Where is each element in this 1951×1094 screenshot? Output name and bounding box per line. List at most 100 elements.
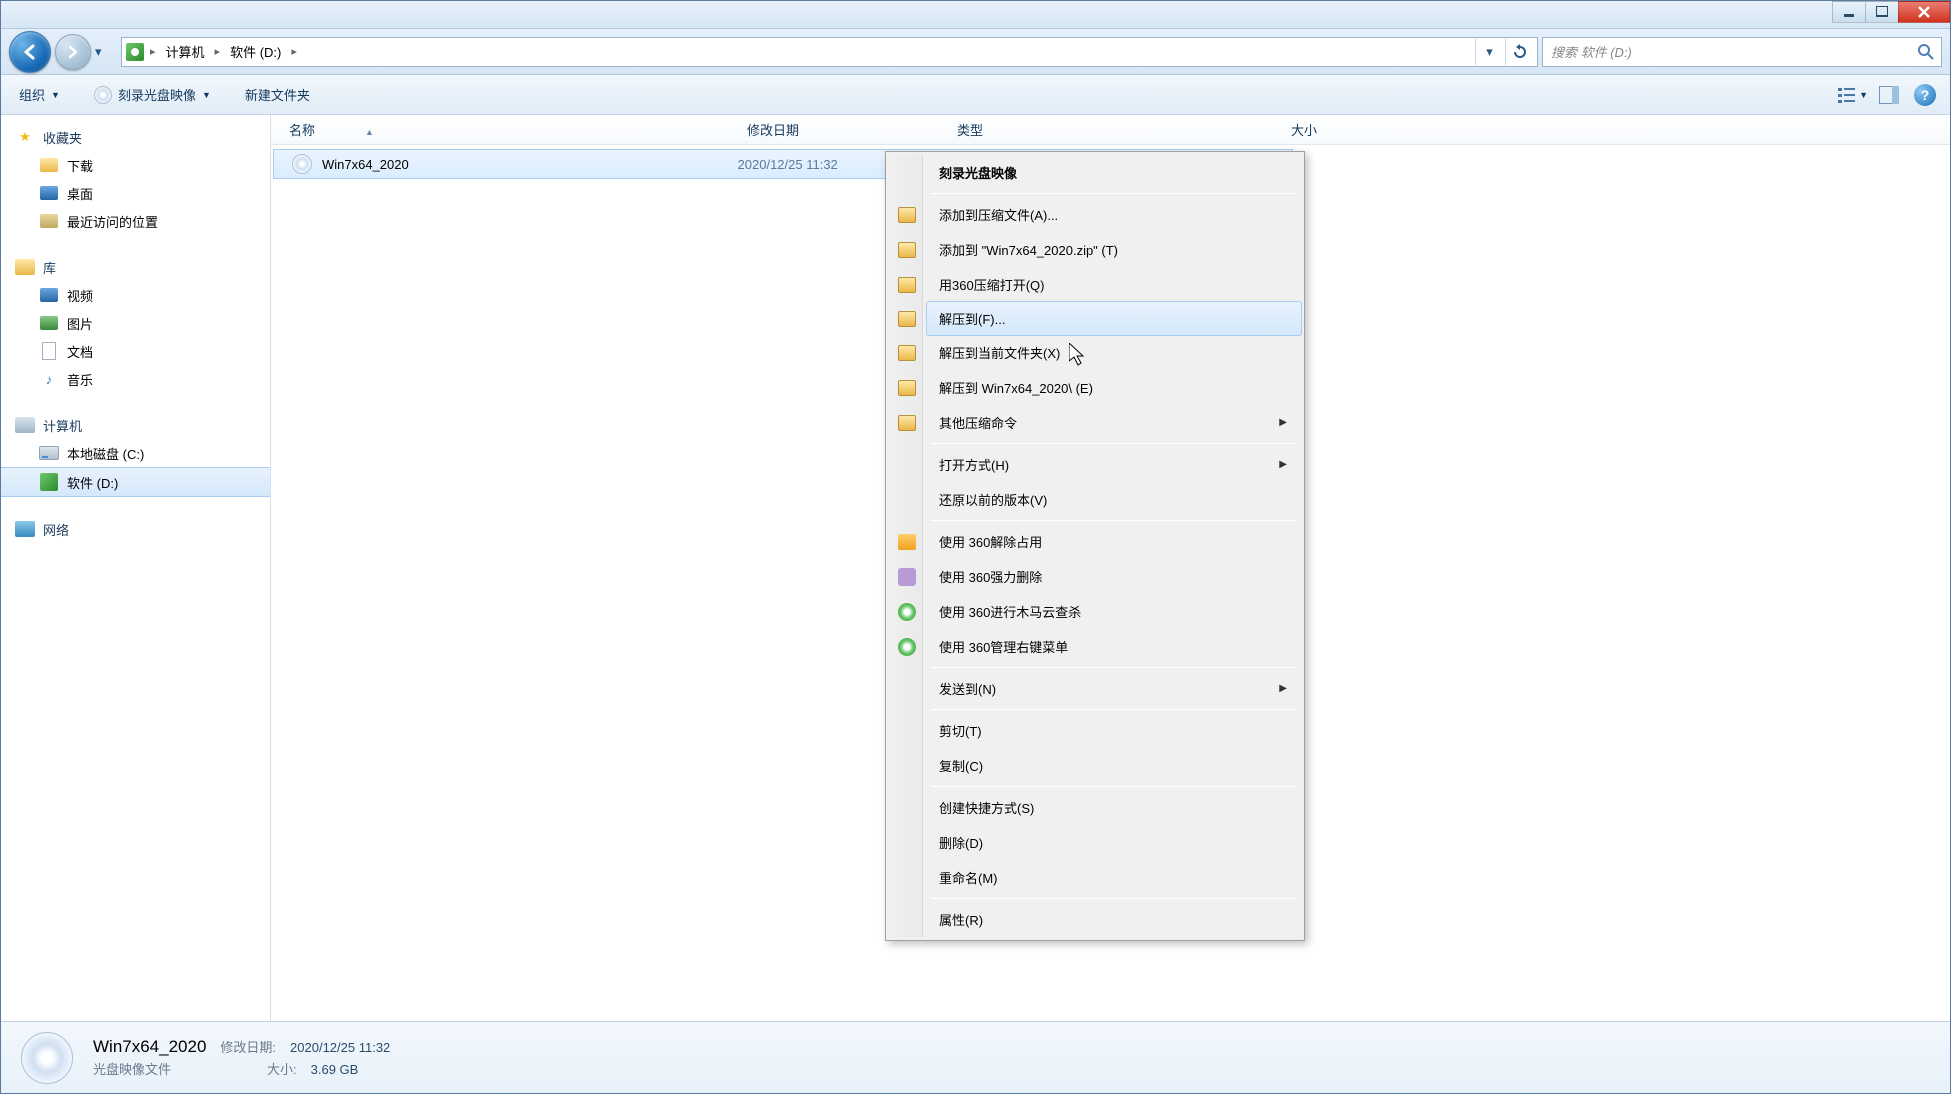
main-content: ★ 收藏夹 下载 桌面 最近访问的位置 库 视频 图片 文档 ♪音乐	[1, 115, 1950, 1021]
ctx-open-with[interactable]: 打开方式(H)▶	[927, 447, 1301, 482]
ctx-rename[interactable]: 重命名(M)	[927, 860, 1301, 895]
ctx-open-with-360zip[interactable]: 用360压缩打开(Q)	[927, 267, 1301, 302]
star-icon: ★	[15, 127, 35, 147]
sidebar-item-videos[interactable]: 视频	[1, 281, 270, 309]
column-header-date[interactable]: 修改日期	[747, 120, 957, 139]
ctx-add-to-zip[interactable]: 添加到 "Win7x64_2020.zip" (T)	[927, 232, 1301, 267]
ctx-delete[interactable]: 删除(D)	[927, 825, 1301, 860]
details-date-label: 修改日期:	[220, 1037, 276, 1056]
column-header-size[interactable]: 大小	[1167, 120, 1317, 139]
titlebar	[1, 1, 1950, 29]
breadcrumb-separator-icon: ▸	[291, 45, 297, 58]
sidebar-item-desktop[interactable]: 桌面	[1, 179, 270, 207]
pictures-icon	[40, 316, 58, 330]
sidebar-item-recent[interactable]: 最近访问的位置	[1, 207, 270, 235]
details-size-label: 大小:	[267, 1059, 297, 1078]
network-icon	[15, 521, 35, 537]
music-icon: ♪	[39, 369, 59, 389]
ctx-send-to[interactable]: 发送到(N)▶	[927, 671, 1301, 706]
ctx-360-force-delete[interactable]: 使用 360强力删除	[927, 559, 1301, 594]
sidebar-libraries-header[interactable]: 库	[1, 253, 270, 281]
search-placeholder: 搜索 软件 (D:)	[1551, 42, 1632, 61]
nav-history-dropdown[interactable]: ▾	[95, 44, 111, 60]
search-input[interactable]: 搜索 软件 (D:)	[1542, 37, 1942, 67]
sidebar-item-drive-d[interactable]: 软件 (D:)	[1, 467, 270, 497]
minimize-button[interactable]	[1832, 1, 1866, 23]
disc-icon	[94, 86, 112, 104]
ctx-other-zip-commands[interactable]: 其他压缩命令▶	[927, 405, 1301, 440]
ctx-extract-to-folder[interactable]: 解压到 Win7x64_2020\ (E)	[927, 370, 1301, 405]
view-options-button[interactable]: ▼	[1838, 81, 1868, 109]
details-file-type: 光盘映像文件	[93, 1059, 209, 1078]
ctx-add-to-archive[interactable]: 添加到压缩文件(A)...	[927, 197, 1301, 232]
sidebar-item-pictures[interactable]: 图片	[1, 309, 270, 337]
libraries-icon	[15, 259, 35, 275]
ctx-360-manage-menu[interactable]: 使用 360管理右键菜单	[927, 629, 1301, 664]
sidebar-computer-header[interactable]: 计算机	[1, 411, 270, 439]
360-icon	[898, 568, 916, 586]
column-header-type[interactable]: 类型	[957, 120, 1167, 139]
breadcrumb-computer[interactable]: 计算机	[162, 40, 209, 63]
ctx-360-unlock[interactable]: 使用 360解除占用	[927, 524, 1301, 559]
ctx-copy[interactable]: 复制(C)	[927, 748, 1301, 783]
360-icon	[898, 638, 916, 656]
sidebar-item-music[interactable]: ♪音乐	[1, 365, 270, 393]
ctx-create-shortcut[interactable]: 创建快捷方式(S)	[927, 790, 1301, 825]
file-name: Win7x64_2020	[322, 157, 409, 172]
forward-button[interactable]	[55, 34, 91, 70]
preview-pane-button[interactable]	[1874, 81, 1904, 109]
sidebar-favorites-header[interactable]: ★ 收藏夹	[1, 123, 270, 151]
chevron-down-icon: ▼	[1859, 90, 1868, 100]
refresh-button[interactable]	[1505, 39, 1533, 65]
archive-icon	[898, 277, 916, 293]
details-date-value: 2020/12/25 11:32	[290, 1040, 390, 1055]
chevron-down-icon: ▼	[51, 90, 60, 100]
disc-image-icon-large	[21, 1032, 73, 1084]
chevron-down-icon: ▼	[202, 90, 211, 100]
breadcrumb-separator-icon: ▸	[150, 45, 156, 58]
burn-disc-image-button[interactable]: 刻录光盘映像 ▼	[86, 81, 219, 108]
sidebar-item-downloads[interactable]: 下载	[1, 151, 270, 179]
back-button[interactable]	[9, 31, 51, 73]
help-button[interactable]: ?	[1910, 81, 1940, 109]
360-icon	[898, 603, 916, 621]
address-bar[interactable]: ▸ 计算机 ▸ 软件 (D:) ▸ ▾	[121, 37, 1538, 67]
sort-ascending-icon: ▲	[365, 127, 374, 137]
ctx-cut[interactable]: 剪切(T)	[927, 713, 1301, 748]
column-headers: 名称▲ 修改日期 类型 大小	[271, 115, 1950, 145]
archive-icon	[898, 380, 916, 396]
details-size-value: 3.69 GB	[311, 1062, 359, 1077]
ctx-extract-to[interactable]: 解压到(F)...	[926, 301, 1302, 336]
column-header-name[interactable]: 名称▲	[289, 120, 747, 139]
computer-icon	[15, 417, 35, 433]
disc-image-icon	[292, 154, 312, 174]
ctx-360-cloud-scan[interactable]: 使用 360进行木马云查杀	[927, 594, 1301, 629]
360-icon	[898, 534, 916, 550]
ctx-extract-here[interactable]: 解压到当前文件夹(X)	[927, 335, 1301, 370]
breadcrumb-drive[interactable]: 软件 (D:)	[226, 40, 285, 63]
window-controls	[1833, 1, 1950, 23]
ctx-restore-previous[interactable]: 还原以前的版本(V)	[927, 482, 1301, 517]
breadcrumb-separator-icon: ▸	[215, 45, 221, 58]
ctx-burn-disc-image[interactable]: 刻录光盘映像	[927, 155, 1301, 190]
navigation-bar: ▾ ▸ 计算机 ▸ 软件 (D:) ▸ ▾ 搜索 软件 (D:)	[1, 29, 1950, 75]
new-folder-button[interactable]: 新建文件夹	[237, 81, 318, 108]
sidebar-network-header[interactable]: 网络	[1, 515, 270, 543]
sidebar-item-documents[interactable]: 文档	[1, 337, 270, 365]
details-file-name: Win7x64_2020	[93, 1037, 206, 1057]
submenu-arrow-icon: ▶	[1279, 459, 1287, 470]
archive-icon	[898, 415, 916, 431]
archive-icon	[898, 345, 916, 361]
submenu-arrow-icon: ▶	[1279, 417, 1287, 428]
context-menu: 刻录光盘映像 添加到压缩文件(A)... 添加到 "Win7x64_2020.z…	[885, 151, 1305, 941]
ctx-properties[interactable]: 属性(R)	[927, 902, 1301, 937]
organize-button[interactable]: 组织 ▼	[11, 81, 68, 108]
sidebar-item-drive-c[interactable]: 本地磁盘 (C:)	[1, 439, 270, 467]
close-button[interactable]	[1898, 1, 1950, 23]
documents-icon	[42, 342, 56, 360]
help-icon: ?	[1914, 84, 1936, 106]
explorer-window: ▾ ▸ 计算机 ▸ 软件 (D:) ▸ ▾ 搜索 软件 (D:)	[0, 0, 1951, 1094]
maximize-button[interactable]	[1865, 1, 1899, 23]
disk-icon	[40, 473, 58, 491]
address-dropdown[interactable]: ▾	[1475, 39, 1503, 65]
